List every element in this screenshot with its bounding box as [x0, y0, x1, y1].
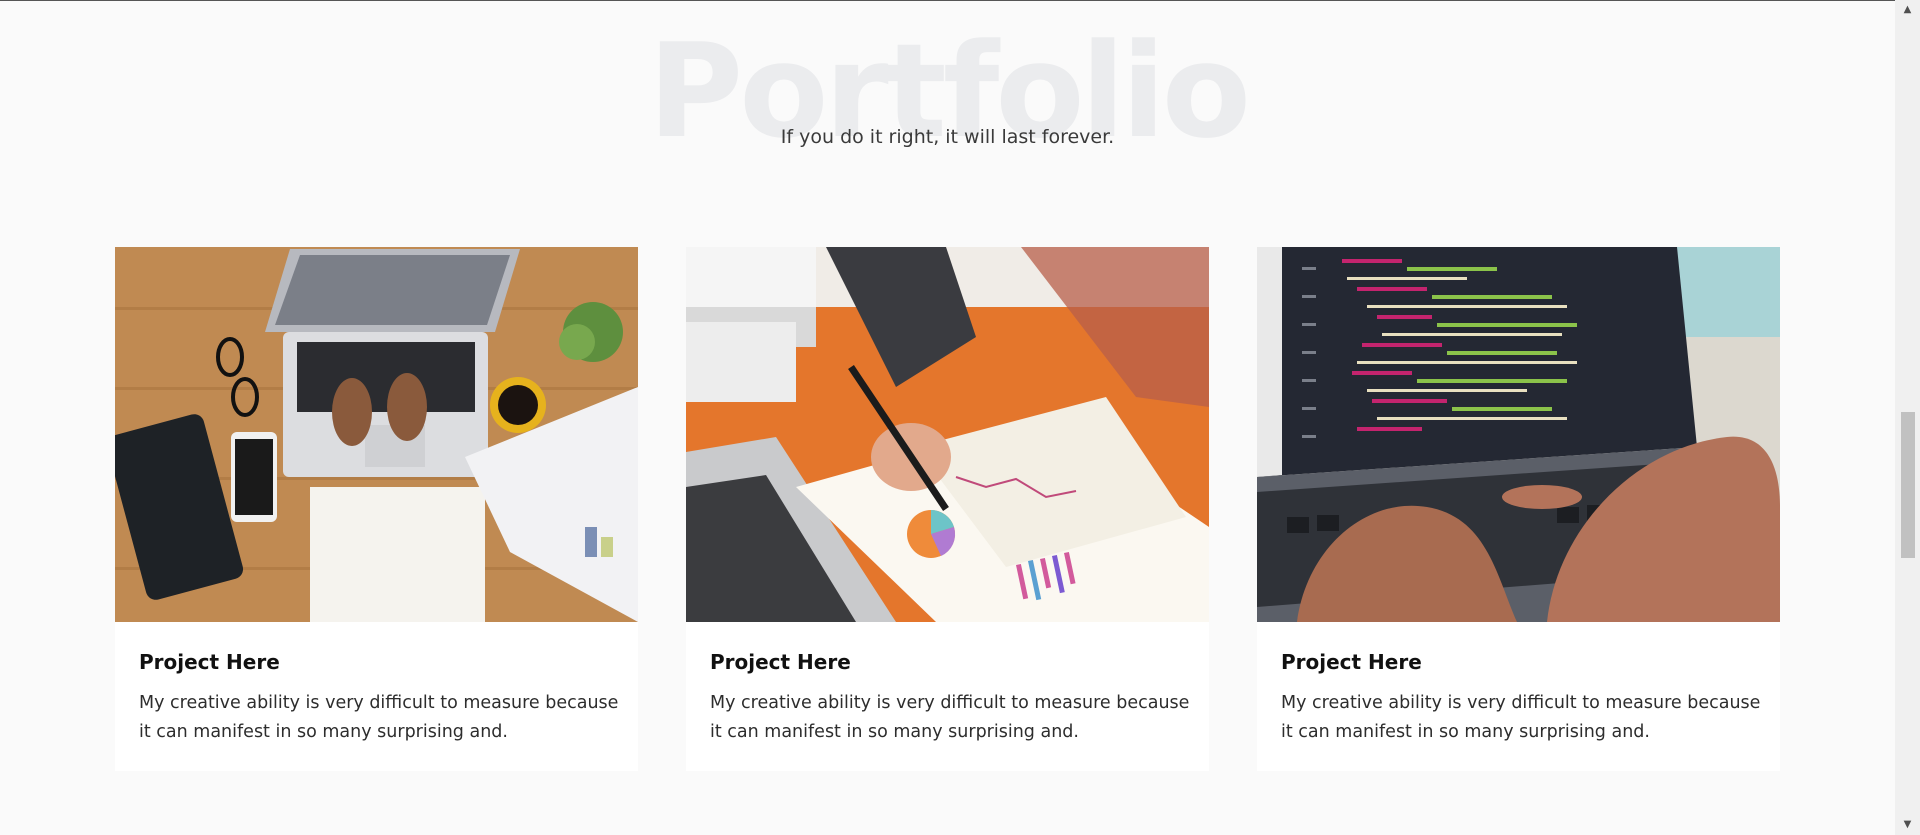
portfolio-grid: Project Here My creative ability is very… — [115, 247, 1780, 771]
portfolio-card[interactable]: Project Here My creative ability is very… — [686, 247, 1209, 771]
code-laptop-image — [1257, 247, 1780, 622]
portfolio-card[interactable]: Project Here My creative ability is very… — [115, 247, 638, 771]
vertical-scrollbar[interactable]: ▲ ▼ — [1895, 0, 1920, 835]
project-image[interactable] — [1257, 247, 1780, 622]
card-description: My creative ability is very difficult to… — [710, 693, 1190, 742]
portfolio-card[interactable]: Project Here My creative ability is very… — [1257, 247, 1780, 771]
project-image[interactable] — [115, 247, 638, 622]
card-description: My creative ability is very difficult to… — [1281, 693, 1761, 742]
card-title[interactable]: Project Here — [710, 650, 851, 674]
card-title[interactable]: Project Here — [139, 650, 280, 674]
analytics-paperwork-image — [686, 247, 1209, 622]
laptop-desk-image — [115, 247, 638, 622]
card-description: My creative ability is very difficult to… — [139, 693, 619, 742]
top-border — [0, 0, 1920, 1]
project-image[interactable] — [686, 247, 1209, 622]
scroll-up-arrow-icon[interactable]: ▲ — [1895, 0, 1920, 20]
scroll-down-arrow-icon[interactable]: ▼ — [1895, 815, 1920, 835]
card-title[interactable]: Project Here — [1281, 650, 1422, 674]
section-subtitle: If you do it right, it will last forever… — [780, 126, 1115, 148]
scrollbar-thumb[interactable] — [1901, 412, 1915, 558]
